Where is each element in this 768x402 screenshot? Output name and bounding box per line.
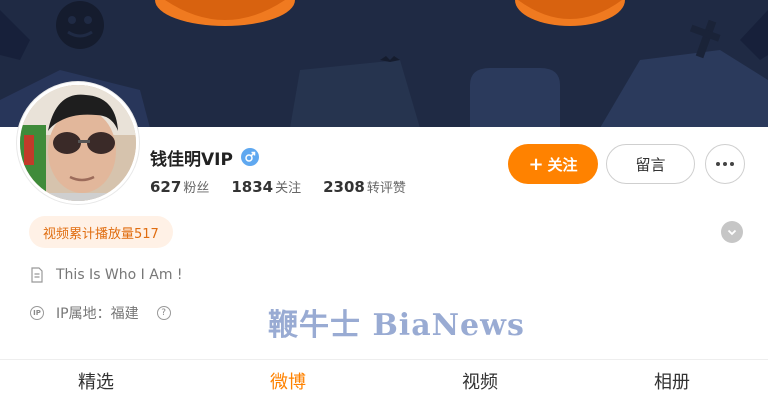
avatar[interactable] bbox=[17, 82, 139, 204]
video-play-count-badge: 视频累计播放量517 bbox=[29, 216, 173, 248]
engagement-count: 2308 bbox=[323, 178, 365, 196]
male-icon bbox=[240, 148, 259, 166]
profile-page: 钱佳明VIP 627 粉丝 1834 关注 2308 转评赞 + 关注 留言 视… bbox=[0, 0, 768, 402]
profile-stats: 627 粉丝 1834 关注 2308 转评赞 bbox=[150, 177, 406, 196]
ip-icon: IP bbox=[30, 306, 44, 320]
following-label: 关注 bbox=[275, 181, 302, 196]
tab-video[interactable]: 视频 bbox=[384, 360, 576, 402]
ip-location-row: IP IP属地：福建 ? bbox=[30, 303, 171, 323]
tab-album[interactable]: 相册 bbox=[576, 360, 768, 402]
follow-label: 关注 bbox=[547, 155, 578, 174]
message-button[interactable]: 留言 bbox=[606, 144, 695, 184]
more-dot bbox=[723, 162, 727, 166]
more-dot bbox=[716, 162, 720, 166]
engagement-stat[interactable]: 2308 转评赞 bbox=[323, 177, 406, 196]
more-dots-icon[interactable] bbox=[705, 144, 745, 184]
more-dot bbox=[730, 162, 734, 166]
help-icon[interactable]: ? bbox=[156, 306, 171, 320]
document-icon bbox=[31, 267, 43, 283]
follow-button[interactable]: + 关注 bbox=[508, 144, 598, 184]
bio-row: This Is Who I Am ! bbox=[30, 267, 183, 283]
profile-tabs: 精选 微博 视频 相册 bbox=[0, 360, 768, 402]
ip-location-text: IP属地：福建 bbox=[56, 306, 139, 322]
avatar-photo bbox=[20, 85, 136, 201]
profile-name: 钱佳明VIP bbox=[150, 149, 233, 170]
followers-label: 粉丝 bbox=[183, 181, 210, 196]
tab-weibo[interactable]: 微博 bbox=[192, 360, 384, 402]
watermark: 鞭牛士 BiaNews bbox=[268, 308, 525, 343]
tab-featured[interactable]: 精选 bbox=[0, 360, 192, 402]
profile-name-row: 钱佳明VIP bbox=[150, 145, 259, 170]
followers-stat[interactable]: 627 粉丝 bbox=[150, 177, 209, 196]
following-count: 1834 bbox=[231, 178, 274, 196]
message-label: 留言 bbox=[635, 155, 666, 174]
following-stat[interactable]: 1834 关注 bbox=[231, 177, 301, 196]
plus-icon: + bbox=[528, 153, 544, 175]
followers-count: 627 bbox=[150, 178, 182, 196]
engagement-label: 转评赞 bbox=[366, 181, 406, 196]
chevron-down-icon[interactable] bbox=[721, 221, 743, 243]
bio-text: This Is Who I Am ! bbox=[56, 267, 183, 283]
